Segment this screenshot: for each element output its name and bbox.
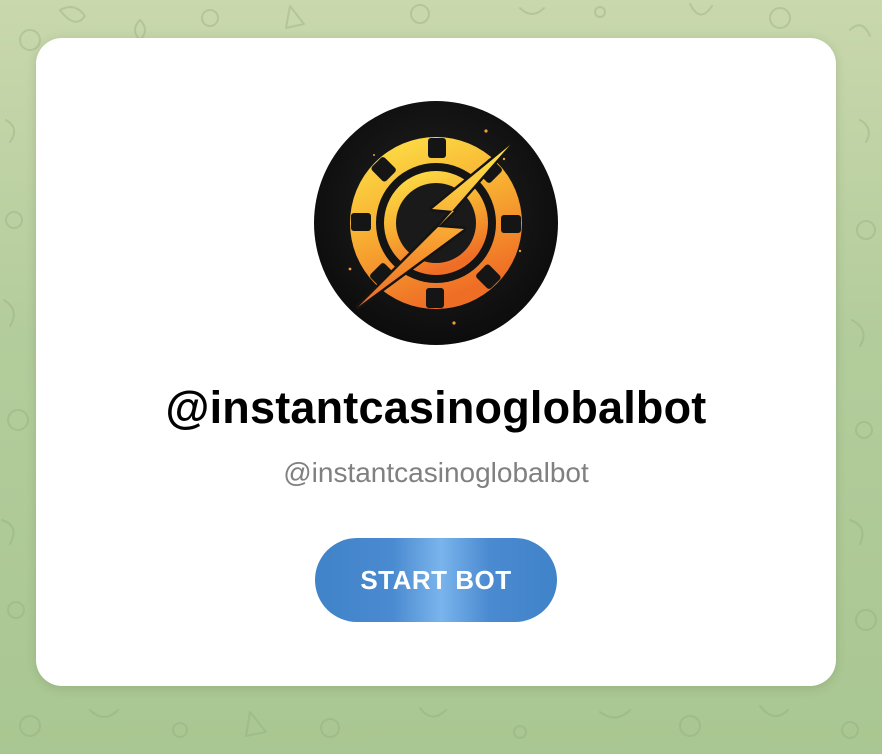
lightning-casino-chip-icon <box>314 101 558 345</box>
bot-avatar <box>314 101 558 345</box>
bot-title: @instantcasinoglobalbot <box>165 382 707 433</box>
start-bot-button[interactable]: START BOT <box>315 538 557 622</box>
bot-username: @instantcasinoglobalbot <box>283 457 589 488</box>
bot-info-card: @instantcasinoglobalbot @instantcasinogl… <box>36 38 836 686</box>
